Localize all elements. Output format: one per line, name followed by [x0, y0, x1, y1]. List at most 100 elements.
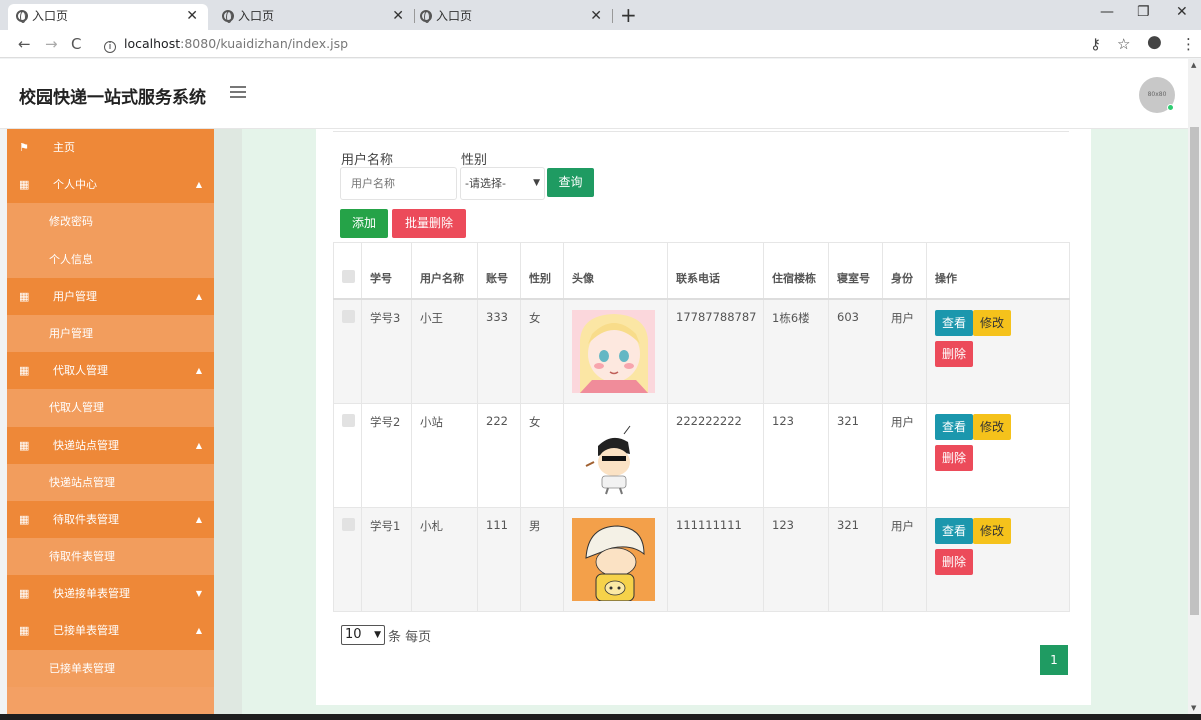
- sidebar-item-label: 个人信息: [49, 252, 93, 266]
- edit-button[interactable]: 修改: [973, 413, 1012, 440]
- row-checkbox[interactable]: [342, 309, 355, 323]
- browser-tab-strip: 入口页 ✕ 入口页 ✕ 入口页 ✕ + — ❐ ✕: [0, 0, 1201, 30]
- sidebar-item-agent-management[interactable]: 代取人管理: [7, 389, 214, 427]
- sidebar-group-order-taking[interactable]: ▦ 快递接单表管理 ▼: [7, 575, 214, 613]
- bulk-delete-button[interactable]: 批量删除: [392, 209, 466, 238]
- cell-phone: 222222222: [667, 402, 764, 508]
- tab-title: 入口页: [32, 9, 69, 23]
- grid-icon: ▦: [19, 438, 30, 452]
- sidebar-group-user-management[interactable]: ▦ 用户管理 ▲: [7, 277, 214, 315]
- app-title: 校园快递一站式服务系统: [19, 88, 206, 108]
- row-checkbox[interactable]: [342, 413, 355, 427]
- cell-gender: 女: [520, 298, 564, 404]
- caret-up-icon: ▲: [195, 180, 202, 190]
- sidebar-item-home[interactable]: ⚑ 主页: [7, 129, 214, 167]
- column-header: 寝室号: [828, 242, 883, 299]
- row-checkbox-cell: [333, 402, 362, 508]
- caret-up-icon: ▲: [195, 514, 202, 524]
- os-taskbar: [0, 714, 1201, 720]
- menu-dots-icon[interactable]: ⋮: [1181, 35, 1196, 53]
- view-button[interactable]: 查看: [935, 309, 974, 336]
- delete-button[interactable]: 删除: [935, 340, 974, 367]
- sidebar-group-label: 代取人管理: [53, 364, 108, 378]
- sidebar-group-label: 已接单表管理: [53, 624, 119, 638]
- reload-icon[interactable]: C: [71, 35, 81, 53]
- sidebar-item-user-management[interactable]: 用户管理: [7, 314, 214, 353]
- globe-icon: [222, 10, 234, 23]
- forward-icon[interactable]: →: [45, 35, 58, 53]
- cell-username: 小札: [411, 506, 478, 612]
- page-size-select[interactable]: 10 ▼: [341, 625, 385, 645]
- window-close-icon[interactable]: ✕: [1176, 4, 1188, 20]
- sidebar: ⚑ 主页 ▦ 个人中心 ▲ 修改密码 个人信息 ▦ 用户管理 ▲ 用户管理 ▦ …: [7, 129, 214, 714]
- back-icon[interactable]: ←: [18, 35, 31, 53]
- view-button[interactable]: 查看: [935, 517, 974, 544]
- chevron-down-icon: ▼: [374, 630, 381, 640]
- query-button[interactable]: 查询: [547, 168, 594, 197]
- sidebar-item-label: 主页: [53, 141, 75, 154]
- caret-up-icon: ▲: [195, 626, 202, 636]
- cell-room: 603: [828, 298, 883, 404]
- delete-button[interactable]: 删除: [935, 548, 974, 575]
- scroll-up-icon[interactable]: ▲: [1191, 61, 1196, 69]
- cell-student-id: 学号2: [361, 402, 412, 508]
- cell-building: 123: [763, 402, 829, 508]
- restore-icon[interactable]: ❐: [1137, 4, 1150, 20]
- sidebar-item-personal-info[interactable]: 个人信息: [7, 240, 214, 278]
- select-all-checkbox[interactable]: [342, 269, 355, 283]
- grid-icon: ▦: [19, 289, 30, 303]
- url-field[interactable]: i localhost:8080/kuaidizhan/index.jsp: [96, 33, 1096, 55]
- avatar[interactable]: 80x80: [1139, 77, 1175, 113]
- scroll-down-icon[interactable]: ▼: [1191, 704, 1196, 712]
- sidebar-item-station-management[interactable]: 快递站点管理: [7, 463, 214, 501]
- cell-account: 111: [477, 506, 521, 612]
- cell-role: 用户: [882, 506, 927, 612]
- site-info-icon[interactable]: i: [104, 41, 116, 53]
- sidebar-item-change-password[interactable]: 修改密码: [7, 203, 214, 241]
- cell-building: 1栋6楼: [763, 298, 829, 404]
- edit-button[interactable]: 修改: [973, 309, 1012, 336]
- sidebar-item-label: 代取人管理: [49, 401, 104, 415]
- gender-select[interactable]: -请选择- ▼: [460, 167, 545, 200]
- header-checkbox-cell: [333, 242, 362, 299]
- sidebar-group-pending-pickup[interactable]: ▦ 待取件表管理 ▲: [7, 500, 214, 539]
- scrollbar-thumb[interactable]: [1190, 127, 1199, 615]
- username-search-input[interactable]: [340, 167, 457, 200]
- sidebar-item-pending-pickup[interactable]: 待取件表管理: [7, 538, 214, 576]
- minimize-icon[interactable]: —: [1100, 4, 1114, 20]
- cell-phone: 17787788787: [667, 298, 764, 404]
- key-icon[interactable]: ⚷: [1090, 35, 1101, 53]
- close-tab-icon[interactable]: ✕: [186, 4, 198, 28]
- user-avatar-image: [572, 517, 655, 601]
- close-tab-icon[interactable]: ✕: [590, 4, 602, 28]
- profile-icon[interactable]: ●: [1147, 32, 1162, 52]
- close-tab-icon[interactable]: ✕: [392, 4, 404, 28]
- sidebar-group-station-management[interactable]: ▦ 快递站点管理 ▲: [7, 426, 214, 464]
- vertical-scrollbar[interactable]: ▲ ▼: [1188, 59, 1201, 714]
- page-button-current[interactable]: 1: [1040, 645, 1068, 675]
- cell-room: 321: [828, 506, 883, 612]
- star-icon[interactable]: ☆: [1117, 35, 1130, 53]
- delete-button[interactable]: 删除: [935, 444, 974, 471]
- sidebar-item-accepted-orders[interactable]: 已接单表管理: [7, 649, 214, 687]
- cell-student-id: 学号3: [361, 298, 412, 404]
- edit-button[interactable]: 修改: [973, 517, 1012, 544]
- cell-avatar: [563, 298, 668, 404]
- sidebar-group-agent-management[interactable]: ▦ 代取人管理 ▲: [7, 352, 214, 390]
- view-button[interactable]: 查看: [935, 413, 974, 440]
- sidebar-item-label: 用户管理: [49, 326, 93, 340]
- new-tab-icon[interactable]: +: [620, 3, 637, 27]
- hamburger-menu-icon[interactable]: [230, 86, 246, 99]
- browser-tab[interactable]: 入口页 ✕: [412, 4, 613, 30]
- sidebar-group-accepted-orders[interactable]: ▦ 已接单表管理 ▲: [7, 612, 214, 650]
- page-size-value: 10: [345, 627, 362, 642]
- browser-tab[interactable]: 入口页 ✕: [8, 4, 208, 30]
- row-checkbox[interactable]: [342, 517, 355, 531]
- add-button[interactable]: 添加: [340, 209, 388, 238]
- sidebar-item-label: 待取件表管理: [49, 550, 115, 564]
- globe-icon: [420, 10, 432, 23]
- sidebar-group-personal-center[interactable]: ▦ 个人中心 ▲: [7, 166, 214, 204]
- browser-tab[interactable]: 入口页 ✕: [214, 4, 415, 30]
- grid-icon: ▦: [19, 624, 30, 638]
- grid-icon: ▦: [19, 178, 30, 192]
